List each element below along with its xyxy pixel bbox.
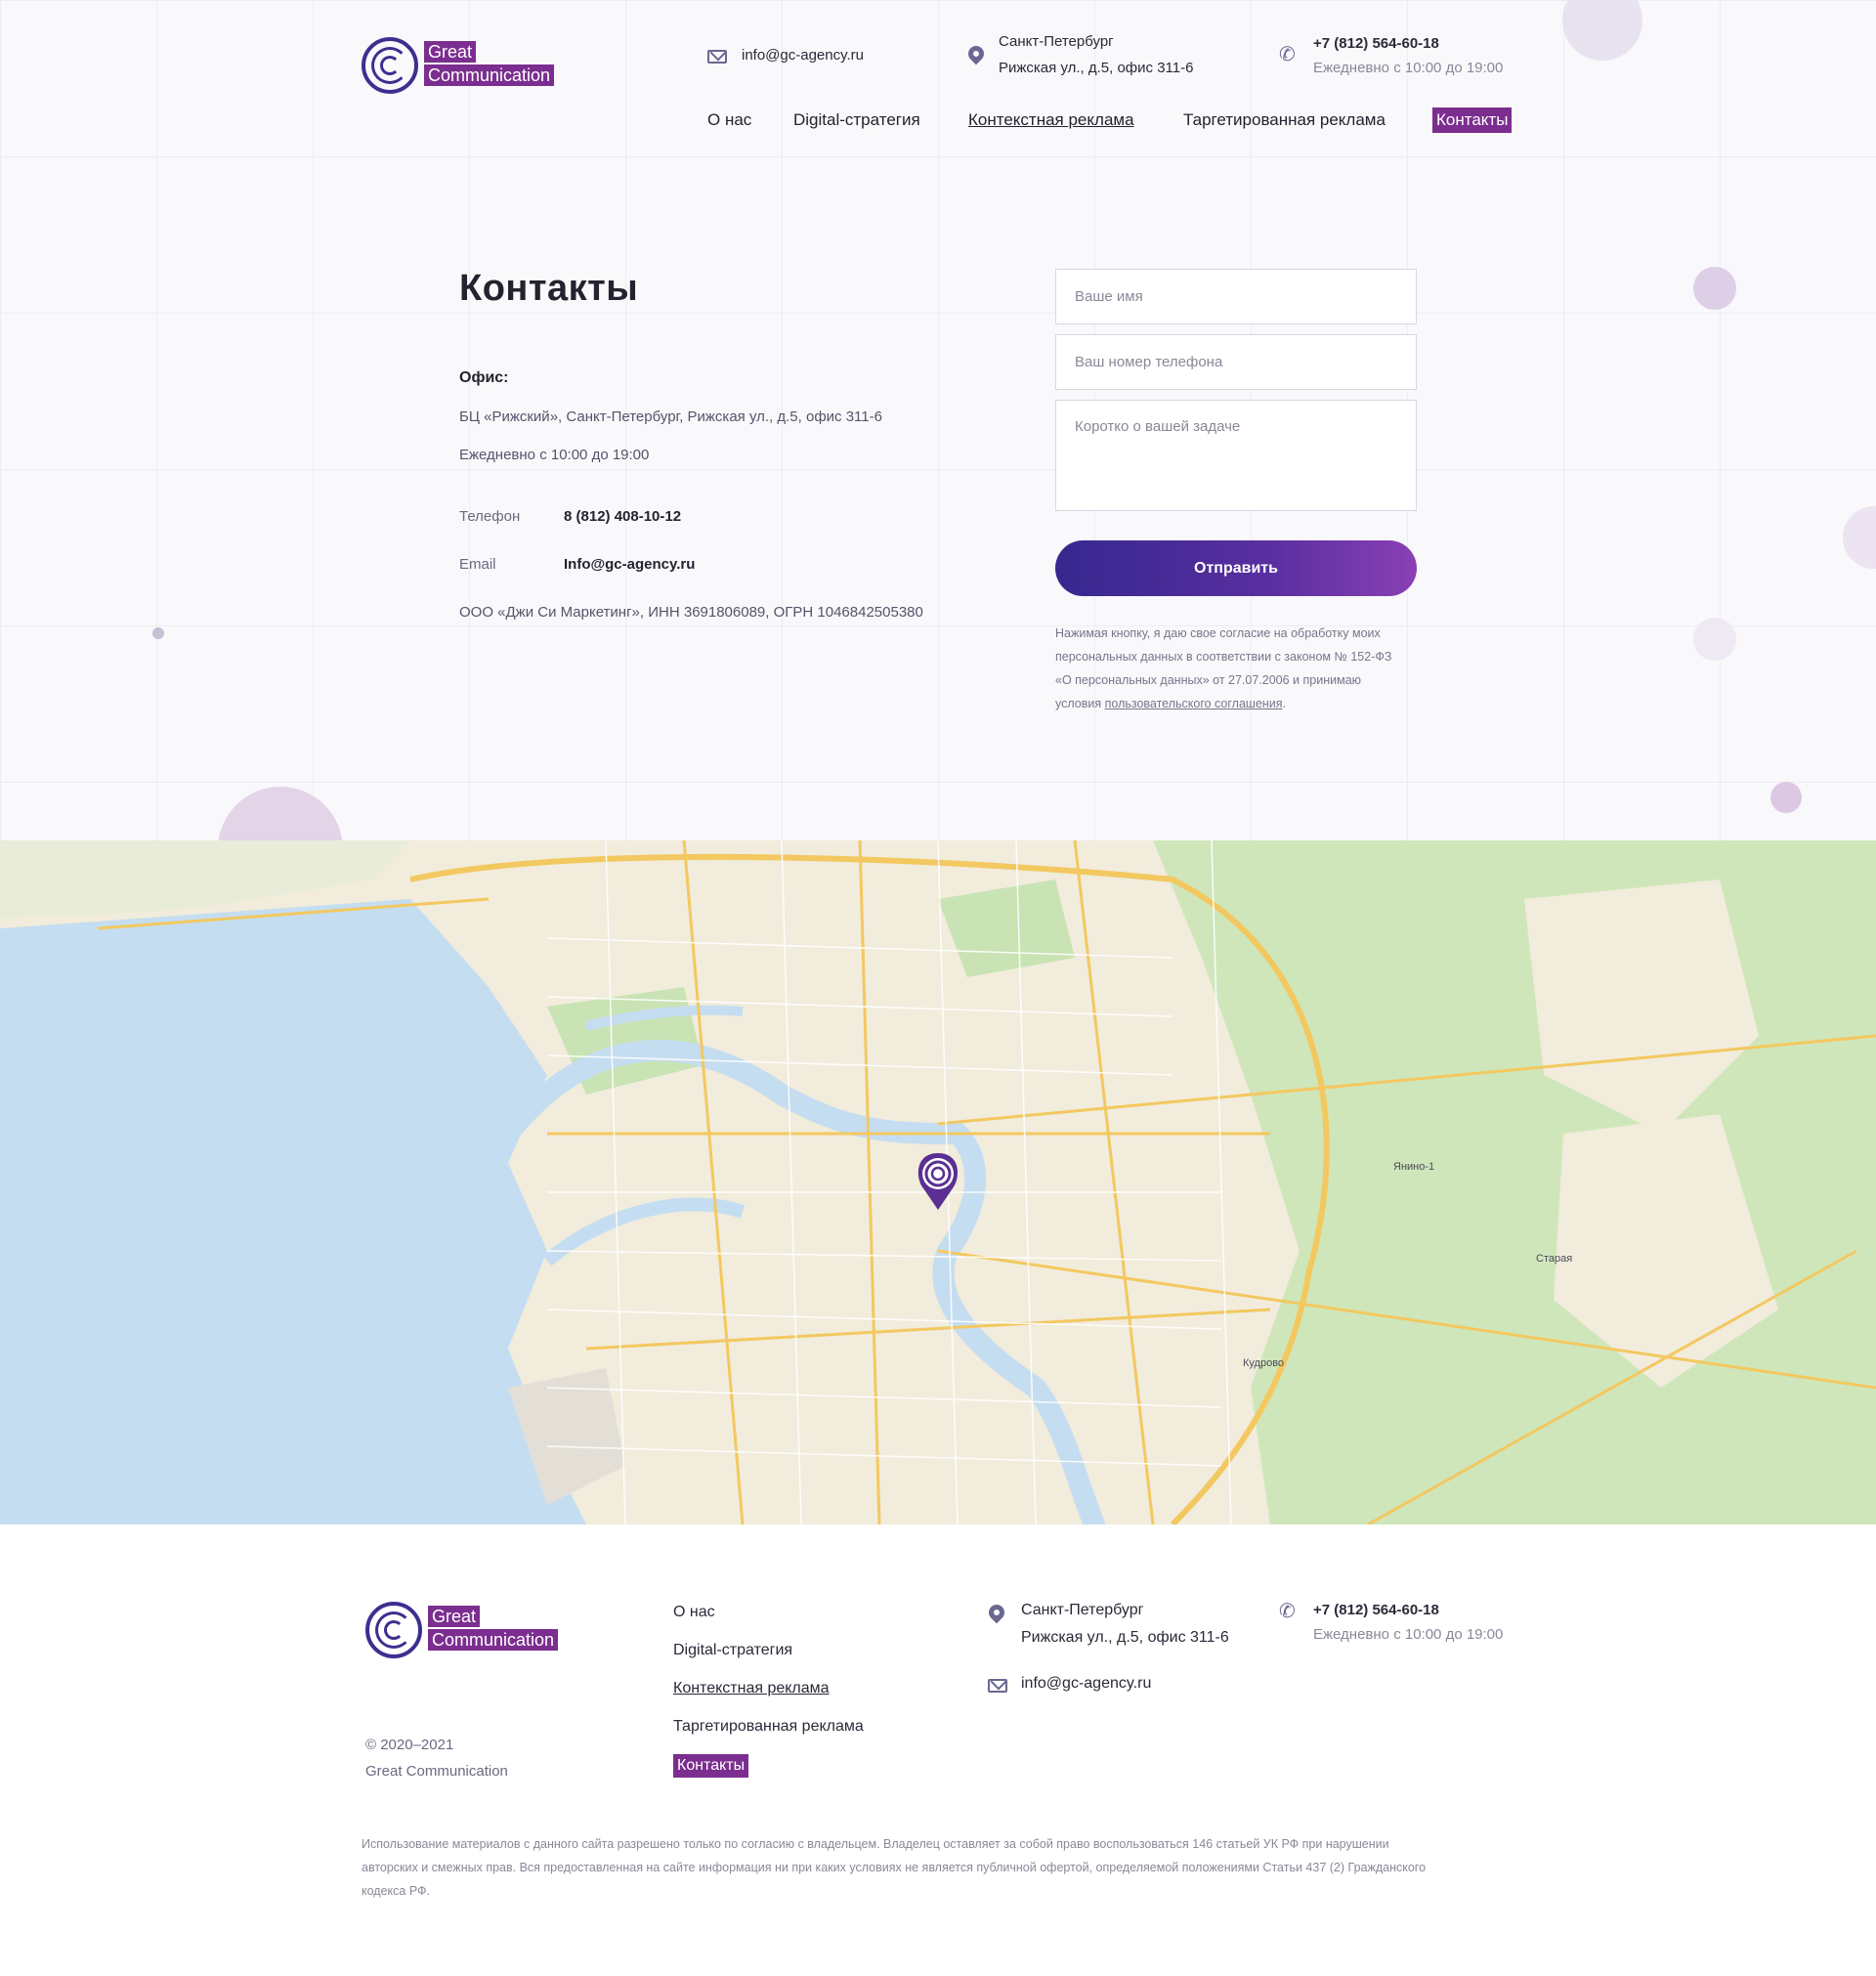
map-label: Янино-1 [1393,1161,1435,1173]
footer-hours: Ежедневно с 10:00 до 19:00 [1313,1626,1504,1643]
logo-word-great: Great [428,1606,481,1627]
map-label: Кудрово [1243,1357,1285,1369]
footer-company-name: Great Communication [365,1763,508,1780]
phone-label: Телефон [459,508,521,525]
footer-nav-digital-strategy[interactable]: Digital-стратегия [673,1639,792,1662]
legal-line: кодекса РФ. [362,1884,430,1898]
footer-nav-context-ads[interactable]: Контекстная реклама [673,1677,830,1700]
company-details: ООО «Джи Си Маркетинг», ИНН 3691806089, … [459,604,923,621]
envelope-icon [988,1679,1007,1693]
map-label: Старая [1536,1253,1573,1265]
nav-item-contacts[interactable]: Контакты [1432,107,1513,133]
decorative-dot [152,627,164,639]
envelope-icon [707,50,727,64]
header-email-link[interactable]: info@gc-agency.ru [742,43,864,68]
email-label: Email [459,556,496,573]
footer-nav-targeted-ads[interactable]: Таргетированная реклама [673,1715,864,1739]
consent-line: условия пользовательского соглашения. [1055,692,1427,715]
consent-suffix: . [1282,697,1287,710]
header-address-city: Санкт-Петербург [999,33,1114,50]
contact-phone-link[interactable]: 8 (812) 408-10-12 [564,506,681,528]
consent-line: «О персональных данных» от 27.07.2006 и … [1055,673,1362,687]
nav-item-about[interactable]: О нас [707,107,751,133]
consent-line: Нажимая кнопку, я даю свое согласие на о… [1055,626,1381,640]
decorative-circle [1843,506,1876,569]
logo-g-icon [362,37,418,94]
phone-icon: ✆ [1279,1601,1296,1622]
decorative-circle [1693,618,1736,661]
nav-item-targeted-ads[interactable]: Таргетированная реклама [1183,107,1386,133]
logo-g-icon [365,1602,422,1658]
footer-copyright: © 2020–2021 [365,1737,454,1753]
footer-email-link[interactable]: info@gc-agency.ru [1021,1671,1151,1697]
nav-item-digital-strategy[interactable]: Digital-стратегия [793,107,920,133]
site-logo[interactable]: Great Communication [362,37,557,96]
hero-section: Great Communication info@gc-agency.ru Са… [0,0,1876,840]
legal-line: Использование материалов с данного сайта… [362,1837,1389,1851]
phone-icon: ✆ [1279,44,1296,65]
contact-email-link[interactable]: Info@gc-agency.ru [564,554,695,576]
decorative-circle [1562,0,1642,61]
footer-phone-link[interactable]: +7 (812) 564-60-18 [1313,1598,1439,1623]
logo-word-communication: Communication [424,64,555,86]
task-textarea[interactable] [1055,400,1417,511]
submit-button[interactable]: Отправить [1055,540,1417,596]
user-agreement-link[interactable]: пользовательского соглашения [1105,697,1283,710]
header-address-street: Рижская ул., д.5, офис 311-6 [999,60,1194,76]
phone-input[interactable] [1055,334,1417,390]
footer-address-city: Санкт-Петербург [1021,1602,1144,1618]
logo-word-communication: Communication [428,1629,559,1651]
consent-line: персональных данных в соответствии с зак… [1055,650,1392,664]
consent-text: Нажимая кнопку, я даю свое согласие на о… [1055,622,1427,715]
decorative-circle [1693,267,1736,310]
footer-nav-about[interactable]: О нас [673,1601,715,1624]
legal-notice: Использование материалов с данного сайта… [362,1832,1514,1903]
location-pin-icon [964,42,988,65]
header-phone-link[interactable]: +7 (812) 564-60-18 [1313,31,1439,57]
name-input[interactable] [1055,269,1417,324]
office-address: БЦ «Рижский», Санкт-Петербург, Рижская у… [459,408,882,425]
city-map[interactable]: Янино-1 Кудрово Старая [0,840,1876,1525]
header-hours: Ежедневно с 10:00 до 19:00 [1313,60,1504,76]
decorative-circle [1770,782,1802,813]
legal-line: авторских и смежных прав. Вся предоставл… [362,1861,1427,1874]
site-footer [0,1525,1876,1976]
footer-logo[interactable]: Great Communication [365,1602,561,1660]
footer-nav-contacts[interactable]: Контакты [673,1754,749,1778]
nav-item-context-ads[interactable]: Контекстная реклама [968,107,1134,133]
map-canvas [0,840,1876,1525]
office-hours: Ежедневно с 10:00 до 19:00 [459,447,650,463]
consent-prefix: условия [1055,697,1105,710]
footer-address-street: Рижская ул., д.5, офис 311-6 [1021,1629,1229,1646]
decorative-circle [218,787,343,840]
page-title: Контакты [459,268,639,309]
office-label: Офис: [459,369,509,386]
logo-word-great: Great [424,41,477,63]
